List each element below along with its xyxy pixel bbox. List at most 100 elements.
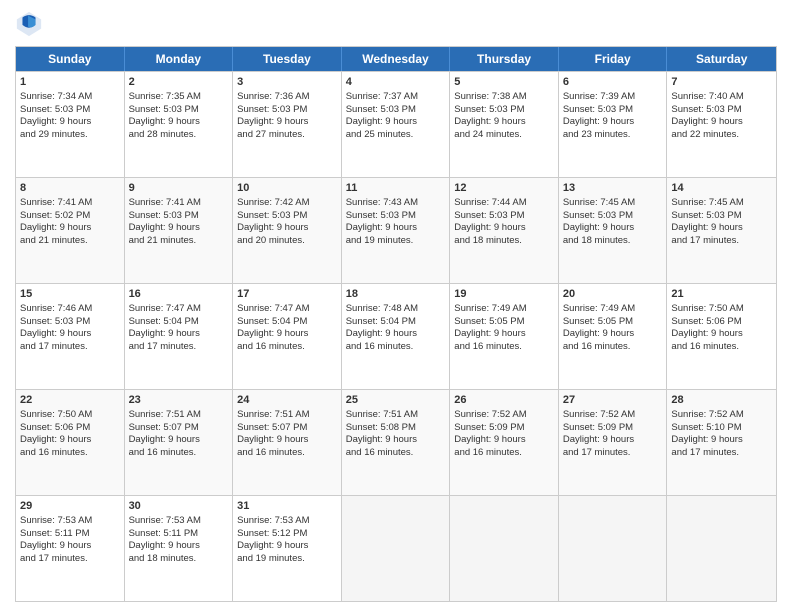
day-info-line: Sunrise: 7:46 AM bbox=[20, 303, 92, 314]
day-info-line: Sunrise: 7:39 AM bbox=[563, 91, 635, 102]
day-info-line: and 19 minutes. bbox=[346, 235, 414, 246]
day-info-line: Sunset: 5:09 PM bbox=[454, 422, 524, 433]
day-info-line: Sunrise: 7:43 AM bbox=[346, 197, 418, 208]
day-info-line: and 27 minutes. bbox=[237, 129, 305, 140]
day-number: 28 bbox=[671, 393, 772, 408]
day-info-line: and 18 minutes. bbox=[454, 235, 522, 246]
day-info-line: Daylight: 9 hours bbox=[563, 328, 634, 339]
day-info-line: Daylight: 9 hours bbox=[671, 116, 742, 127]
day-info-line: and 16 minutes. bbox=[237, 447, 305, 458]
day-info-line: Sunset: 5:09 PM bbox=[563, 422, 633, 433]
day-info-line: and 17 minutes. bbox=[20, 553, 88, 564]
calendar-cell-day-9: 9Sunrise: 7:41 AMSunset: 5:03 PMDaylight… bbox=[125, 178, 234, 283]
calendar-cell-day-15: 15Sunrise: 7:46 AMSunset: 5:03 PMDayligh… bbox=[16, 284, 125, 389]
day-info-line: Daylight: 9 hours bbox=[454, 328, 525, 339]
day-number: 20 bbox=[563, 287, 663, 302]
day-info-line: Daylight: 9 hours bbox=[20, 222, 91, 233]
day-info-line: and 22 minutes. bbox=[671, 129, 739, 140]
day-info-line: Sunrise: 7:50 AM bbox=[20, 409, 92, 420]
calendar-cell-day-5: 5Sunrise: 7:38 AMSunset: 5:03 PMDaylight… bbox=[450, 72, 559, 177]
day-info-line: and 19 minutes. bbox=[237, 553, 305, 564]
calendar-cell-day-29: 29Sunrise: 7:53 AMSunset: 5:11 PMDayligh… bbox=[16, 496, 125, 601]
day-number: 10 bbox=[237, 181, 337, 196]
calendar-cell-day-10: 10Sunrise: 7:42 AMSunset: 5:03 PMDayligh… bbox=[233, 178, 342, 283]
day-info-line: Daylight: 9 hours bbox=[346, 116, 417, 127]
day-info-line: and 16 minutes. bbox=[20, 447, 88, 458]
day-info-line: Sunset: 5:03 PM bbox=[129, 210, 199, 221]
day-info-line: Sunset: 5:08 PM bbox=[346, 422, 416, 433]
day-info-line: Sunset: 5:12 PM bbox=[237, 528, 307, 539]
day-number: 7 bbox=[671, 75, 772, 90]
calendar-cell-day-18: 18Sunrise: 7:48 AMSunset: 5:04 PMDayligh… bbox=[342, 284, 451, 389]
calendar-cell-day-30: 30Sunrise: 7:53 AMSunset: 5:11 PMDayligh… bbox=[125, 496, 234, 601]
calendar-cell-day-28: 28Sunrise: 7:52 AMSunset: 5:10 PMDayligh… bbox=[667, 390, 776, 495]
day-info-line: Sunrise: 7:51 AM bbox=[237, 409, 309, 420]
calendar-cell-day-26: 26Sunrise: 7:52 AMSunset: 5:09 PMDayligh… bbox=[450, 390, 559, 495]
day-info-line: and 25 minutes. bbox=[346, 129, 414, 140]
day-info-line: Sunset: 5:04 PM bbox=[237, 316, 307, 327]
day-info-line: and 23 minutes. bbox=[563, 129, 631, 140]
day-info-line: Sunset: 5:04 PM bbox=[346, 316, 416, 327]
calendar-header-thursday: Thursday bbox=[450, 47, 559, 71]
header bbox=[15, 10, 777, 38]
day-number: 31 bbox=[237, 499, 337, 514]
page: SundayMondayTuesdayWednesdayThursdayFrid… bbox=[0, 0, 792, 612]
day-info-line: Sunrise: 7:48 AM bbox=[346, 303, 418, 314]
day-number: 16 bbox=[129, 287, 229, 302]
day-info-line: Daylight: 9 hours bbox=[20, 328, 91, 339]
day-info-line: Sunrise: 7:38 AM bbox=[454, 91, 526, 102]
day-info-line: Sunset: 5:11 PM bbox=[20, 528, 90, 539]
calendar-cell-day-2: 2Sunrise: 7:35 AMSunset: 5:03 PMDaylight… bbox=[125, 72, 234, 177]
day-info-line: Daylight: 9 hours bbox=[563, 434, 634, 445]
day-info-line: and 16 minutes. bbox=[129, 447, 197, 458]
day-info-line: Sunset: 5:10 PM bbox=[671, 422, 741, 433]
day-info-line: Sunrise: 7:47 AM bbox=[129, 303, 201, 314]
day-info-line: and 21 minutes. bbox=[20, 235, 88, 246]
day-info-line: and 17 minutes. bbox=[671, 447, 739, 458]
calendar-cell-day-1: 1Sunrise: 7:34 AMSunset: 5:03 PMDaylight… bbox=[16, 72, 125, 177]
calendar-cell-empty bbox=[342, 496, 451, 601]
day-info-line: Sunset: 5:03 PM bbox=[346, 210, 416, 221]
day-info-line: Sunset: 5:03 PM bbox=[563, 210, 633, 221]
day-info-line: and 17 minutes. bbox=[129, 341, 197, 352]
day-number: 11 bbox=[346, 181, 446, 196]
day-info-line: Sunset: 5:03 PM bbox=[20, 316, 90, 327]
calendar-cell-day-20: 20Sunrise: 7:49 AMSunset: 5:05 PMDayligh… bbox=[559, 284, 668, 389]
day-info-line: Sunrise: 7:41 AM bbox=[129, 197, 201, 208]
day-info-line: Sunrise: 7:45 AM bbox=[563, 197, 635, 208]
day-info-line: Sunset: 5:03 PM bbox=[671, 104, 741, 115]
calendar-header-row: SundayMondayTuesdayWednesdayThursdayFrid… bbox=[16, 47, 776, 71]
day-info-line: Sunset: 5:04 PM bbox=[129, 316, 199, 327]
calendar-week-4: 22Sunrise: 7:50 AMSunset: 5:06 PMDayligh… bbox=[16, 389, 776, 495]
day-info-line: Sunset: 5:07 PM bbox=[129, 422, 199, 433]
day-info-line: Sunrise: 7:50 AM bbox=[671, 303, 743, 314]
calendar-header-sunday: Sunday bbox=[16, 47, 125, 71]
calendar-cell-day-12: 12Sunrise: 7:44 AMSunset: 5:03 PMDayligh… bbox=[450, 178, 559, 283]
calendar-cell-day-13: 13Sunrise: 7:45 AMSunset: 5:03 PMDayligh… bbox=[559, 178, 668, 283]
day-info-line: Daylight: 9 hours bbox=[671, 328, 742, 339]
day-info-line: and 16 minutes. bbox=[346, 341, 414, 352]
day-info-line: Daylight: 9 hours bbox=[20, 116, 91, 127]
day-info-line: Daylight: 9 hours bbox=[346, 434, 417, 445]
day-info-line: Daylight: 9 hours bbox=[20, 434, 91, 445]
day-info-line: Sunrise: 7:52 AM bbox=[454, 409, 526, 420]
calendar-header-tuesday: Tuesday bbox=[233, 47, 342, 71]
day-number: 6 bbox=[563, 75, 663, 90]
day-info-line: Daylight: 9 hours bbox=[237, 222, 308, 233]
day-info-line: Daylight: 9 hours bbox=[129, 434, 200, 445]
day-number: 9 bbox=[129, 181, 229, 196]
calendar-cell-empty bbox=[450, 496, 559, 601]
day-info-line: Sunrise: 7:51 AM bbox=[129, 409, 201, 420]
calendar-header-wednesday: Wednesday bbox=[342, 47, 451, 71]
day-info-line: Sunrise: 7:40 AM bbox=[671, 91, 743, 102]
day-number: 3 bbox=[237, 75, 337, 90]
day-info-line: and 18 minutes. bbox=[129, 553, 197, 564]
day-info-line: and 16 minutes. bbox=[237, 341, 305, 352]
calendar-cell-day-27: 27Sunrise: 7:52 AMSunset: 5:09 PMDayligh… bbox=[559, 390, 668, 495]
day-info-line: and 18 minutes. bbox=[563, 235, 631, 246]
day-info-line: Sunrise: 7:37 AM bbox=[346, 91, 418, 102]
day-info-line: Sunrise: 7:53 AM bbox=[237, 515, 309, 526]
day-info-line: Sunrise: 7:49 AM bbox=[454, 303, 526, 314]
day-info-line: Sunrise: 7:42 AM bbox=[237, 197, 309, 208]
day-info-line: Sunrise: 7:44 AM bbox=[454, 197, 526, 208]
